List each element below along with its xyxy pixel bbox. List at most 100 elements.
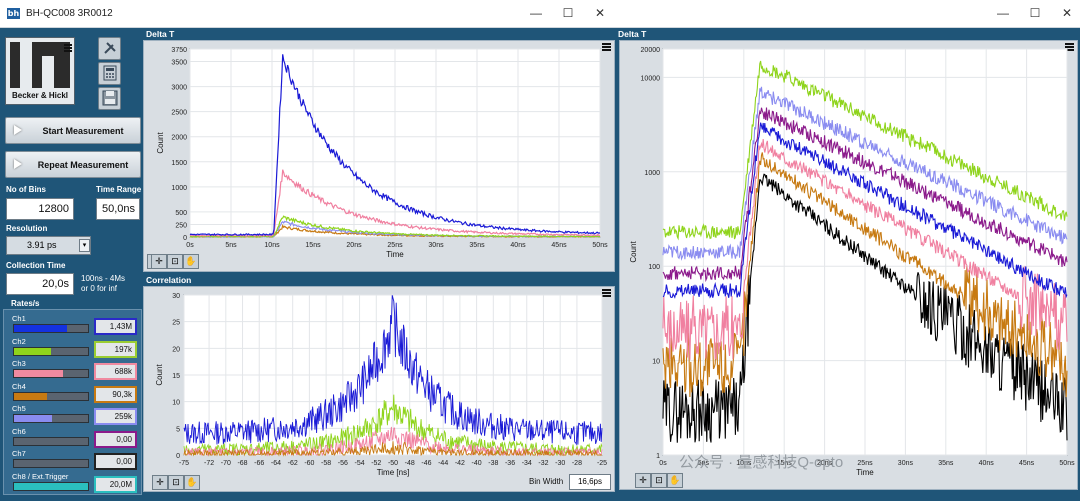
repeat-measurement-label: Repeat Measurement: [37, 160, 129, 170]
save-disk-icon[interactable]: [98, 87, 121, 110]
collection-time-label: Collection Time: [6, 261, 66, 270]
x-tick-label: -68: [237, 460, 247, 467]
becker-hickl-logo: Becker & Hickl: [5, 37, 75, 105]
maximize-button[interactable]: ☐: [559, 5, 577, 21]
x-tick-label: -56: [338, 460, 348, 467]
delta-t-panel-title: Delta T: [146, 29, 175, 39]
no-of-bins-field[interactable]: 12800: [6, 198, 74, 220]
x-tick-label: 20ns: [346, 242, 362, 249]
channel-rate-bar: [13, 459, 89, 468]
x-tick-label: 35ns: [938, 460, 954, 467]
y-tick-label: 5: [176, 426, 180, 433]
calculator-icon[interactable]: [98, 62, 121, 85]
close-button[interactable]: ✕: [1058, 5, 1076, 21]
zoom-icon[interactable]: ⊡: [167, 254, 183, 269]
y-tick-label: 1: [656, 453, 660, 460]
pan-hand-icon[interactable]: ✋: [184, 475, 200, 490]
x-tick-label: -66: [254, 460, 264, 467]
x-tick-label: 25ns: [387, 242, 403, 249]
channel-rate-value: 197k: [94, 340, 137, 358]
close-button[interactable]: ✕: [591, 5, 609, 21]
channel-rate-bar: [13, 346, 89, 356]
x-tick-label: -38: [488, 460, 498, 467]
x-tick-label: -34: [522, 460, 532, 467]
y-tick-label: 20: [172, 346, 180, 353]
wrench-screwdriver-icon[interactable]: [98, 37, 121, 60]
delta-t-log-plot-frame: 0s 5ns 10ns 15ns 20ns 25ns 30ns 35ns 40ns 45ns 50n…: [619, 40, 1078, 490]
y-axis-label: Count: [629, 241, 638, 263]
repeat-measurement-button[interactable]: Repeat Measurement: [5, 151, 141, 178]
channel-label: Ch4: [12, 381, 26, 391]
channel-rate-bar: [13, 481, 89, 491]
minimize-button[interactable]: —: [994, 5, 1012, 21]
bin-width-field[interactable]: 16,6ps: [569, 474, 611, 490]
y-tick-label: 10: [172, 400, 180, 407]
play-icon: [14, 125, 22, 135]
start-measurement-button[interactable]: Start Measurement: [5, 117, 141, 144]
y-axis-label: Count: [156, 132, 165, 154]
channel-label: Ch6: [12, 426, 26, 436]
collection-time-hint: 100ns - 4Ms or 0 for inf: [81, 274, 126, 293]
x-tick-label: -30: [555, 460, 565, 467]
pan-hand-icon[interactable]: ✋: [667, 473, 683, 488]
channel-rate-bar: [13, 414, 89, 423]
x-tick-label: -60: [304, 460, 314, 467]
delta-t-panel-title: Delta T: [618, 29, 647, 39]
y-tick-label: 500: [175, 210, 187, 217]
maximize-button[interactable]: ☐: [1026, 5, 1044, 21]
channel-rate-value: 20,0M: [94, 475, 137, 493]
delta-t-chart: 0s 5ns 10ns 15ns 20ns 25ns 30ns 35ns 40ns 45ns 50n…: [156, 47, 608, 259]
x-tick-label: 40ns: [979, 460, 995, 467]
watermark-text: 公众号 · 量感科技Q-opto: [679, 454, 844, 471]
x-tick-label: -50: [388, 460, 398, 467]
x-tick-label: -48: [405, 460, 415, 467]
correlation-plot-frame: -75 -72 -70 -68 -66 -64 -62 -60 -58 -56 -54 -52 -50-…: [143, 286, 615, 492]
channel-label: Ch8 / Ext.Trigger: [12, 471, 69, 481]
x-tick-label: -36: [505, 460, 515, 467]
x-tick-label: 30ns: [428, 242, 444, 249]
zoom-icon[interactable]: ⊡: [651, 473, 667, 488]
y-axis-label: Count: [155, 364, 164, 386]
channel-rate-value: 0,00: [94, 453, 137, 470]
x-tick-label: -28: [572, 460, 582, 467]
resolution-value: 3.91 ps: [27, 240, 57, 250]
correlation-panel-title: Correlation: [146, 275, 192, 285]
y-tick-label: 2000: [171, 135, 187, 142]
x-tick-label: -62: [288, 460, 298, 467]
channel-rate-bar: [13, 391, 89, 401]
crosshair-icon[interactable]: ✛: [151, 254, 167, 269]
x-tick-label: 45ns: [551, 242, 567, 249]
y-tick-label: 3500: [171, 60, 187, 67]
play-icon: [14, 159, 22, 169]
chevron-down-icon: ▾: [79, 239, 90, 252]
x-tick-label: -42: [455, 460, 465, 467]
delta-t-log-chart: 0s 5ns 10ns 15ns 20ns 25ns 30ns 35ns 40ns 45ns 50n…: [629, 47, 1075, 477]
minimize-button[interactable]: —: [527, 5, 545, 21]
y-tick-label: 3750: [171, 47, 187, 54]
time-range-field[interactable]: 50,0ns: [96, 198, 140, 220]
channel-rate-fill: [14, 370, 63, 377]
channel-rate-fill: [14, 392, 47, 400]
window-title: BH-QC008 3R0012: [26, 8, 113, 19]
channel-rate-value: 259k: [94, 408, 137, 425]
resolution-select[interactable]: 3.91 ps ▾: [6, 236, 91, 255]
y-tick-label: 0: [176, 453, 180, 460]
channel-rate-value: 1,43M: [94, 318, 137, 335]
collection-time-field[interactable]: 20,0s: [6, 273, 74, 295]
logo-text: Becker & Hickl: [11, 91, 69, 100]
zoom-icon[interactable]: ⊡: [168, 475, 184, 490]
x-tick-label: 0s: [186, 242, 194, 249]
pan-hand-icon[interactable]: ✋: [183, 254, 199, 269]
crosshair-icon[interactable]: ✛: [635, 473, 651, 488]
x-tick-label: -46: [421, 460, 431, 467]
crosshair-icon[interactable]: ✛: [152, 475, 168, 490]
y-tick-label: 1500: [171, 160, 187, 167]
y-tick-label: 1000: [644, 170, 660, 177]
y-tick-label: 3000: [171, 85, 187, 92]
y-tick-label: 2500: [171, 110, 187, 117]
x-tick-label: -52: [371, 460, 381, 467]
channel-label: Ch3: [12, 359, 26, 368]
y-tick-label: 25: [172, 320, 180, 327]
channel-rate-fill: [14, 325, 68, 332]
x-tick-label: 0s: [659, 460, 667, 467]
